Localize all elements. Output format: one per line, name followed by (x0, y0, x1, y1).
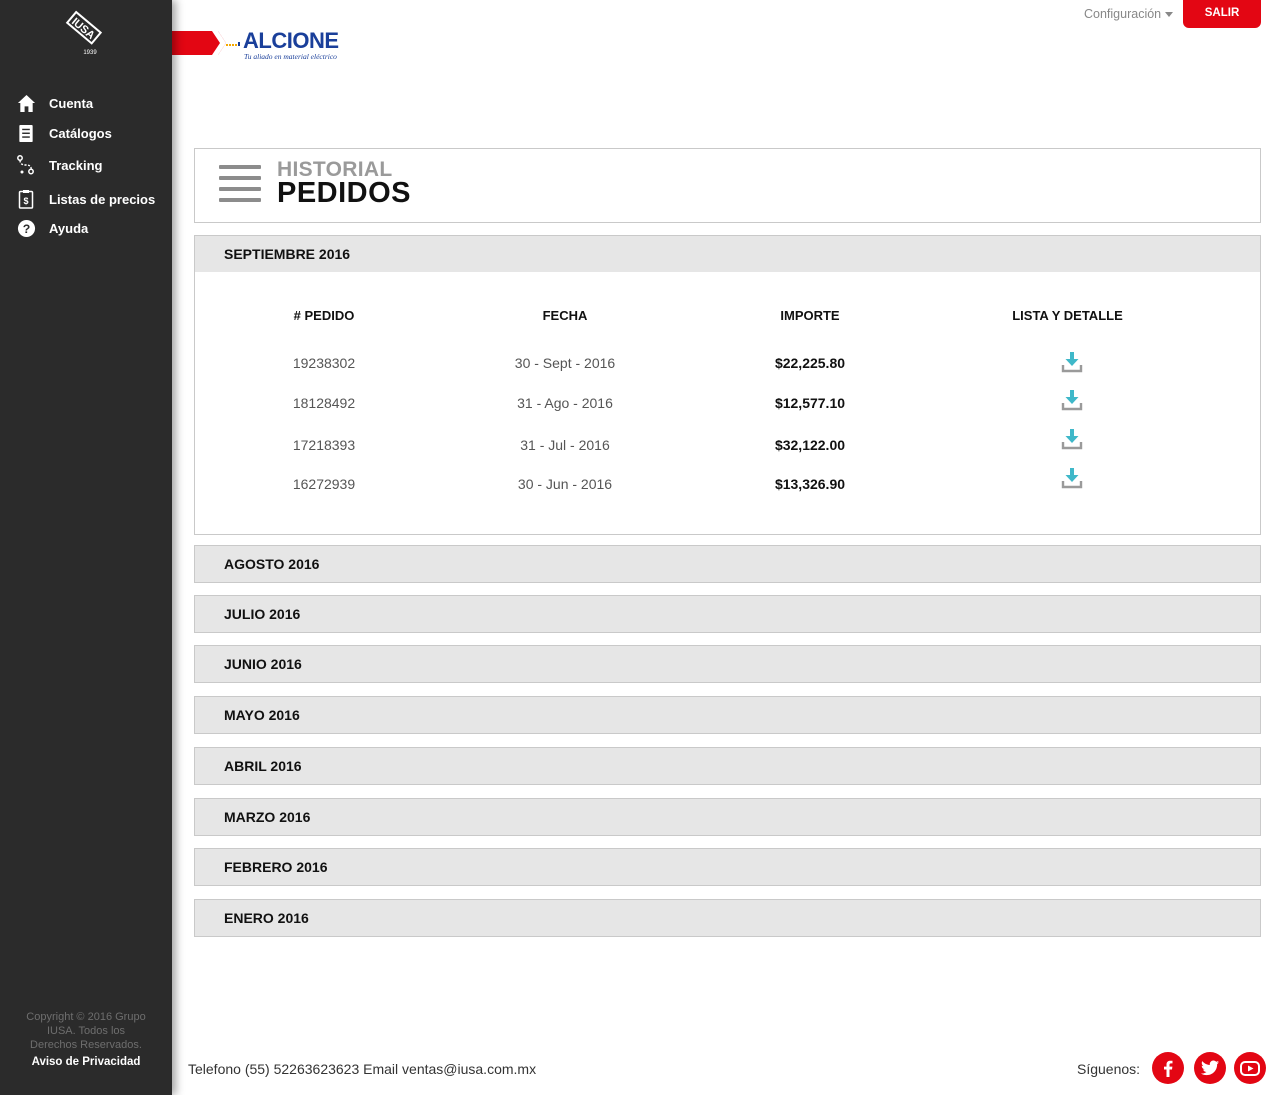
order-amount: $22,225.80 (774, 355, 846, 371)
month-header-junio[interactable]: JUNIO 2016 (194, 645, 1261, 683)
month-header-marzo[interactable]: MARZO 2016 (194, 798, 1261, 836)
order-amount: $13,326.90 (774, 476, 846, 492)
sidebar-item-label: Listas de precios (49, 191, 156, 207)
svg-text:?: ? (22, 221, 30, 235)
help-icon: ? (16, 218, 36, 238)
price-list-icon: $ (16, 189, 36, 209)
chevron-down-icon (1165, 12, 1174, 18)
order-date: 31 - Jul - 2016 (520, 437, 610, 453)
order-amount: $12,577.10 (774, 395, 846, 411)
month-header-mayo[interactable]: MAYO 2016 (194, 696, 1261, 734)
month-header-febrero[interactable]: FEBRERO 2016 (194, 848, 1261, 886)
logo-dots-icon (226, 42, 240, 46)
catalog-icon (16, 123, 36, 143)
brand-ribbon (172, 31, 226, 55)
sidebar-item-ayuda[interactable]: ? Ayuda (0, 213, 172, 243)
logout-button[interactable]: SALIR (1183, 0, 1261, 28)
sidebar-item-label: Tracking (49, 157, 103, 173)
privacy-link[interactable]: Aviso de Privacidad (0, 1056, 172, 1068)
sidebar-item-cuenta[interactable]: Cuenta (0, 88, 172, 118)
column-header-fecha: FECHA (542, 308, 588, 323)
svg-text:$: $ (23, 196, 28, 206)
tracking-icon (16, 155, 36, 175)
sidebar: IUSA 1939 Cuenta Catálogos Tracking $ Li… (0, 0, 172, 1095)
order-amount: $32,122.00 (774, 437, 846, 453)
order-number: 16272939 (292, 476, 356, 492)
brand-name: ALCIONE (243, 28, 339, 53)
page-title: PEDIDOS (277, 177, 412, 209)
iusa-logo[interactable]: IUSA 1939 (60, 10, 104, 56)
order-date: 31 - Ago - 2016 (517, 395, 613, 411)
sidebar-nav: Cuenta Catálogos Tracking $ Listas de pr… (0, 88, 172, 243)
sidebar-item-label: Catálogos (49, 125, 112, 141)
brand-tagline: Tu aliado en material eléctrico (244, 52, 337, 61)
config-label: Configuración (1084, 7, 1162, 21)
sidebar-item-label: Ayuda (49, 220, 89, 236)
column-header-importe: IMPORTE (780, 308, 840, 323)
svg-text:1939: 1939 (83, 50, 97, 56)
download-icon[interactable] (1061, 428, 1083, 450)
home-icon (16, 93, 36, 113)
order-date: 30 - Sept - 2016 (514, 355, 616, 371)
month-header-agosto[interactable]: AGOSTO 2016 (194, 545, 1261, 583)
month-header-septiembre[interactable]: SEPTIEMBRE 2016 (195, 236, 1260, 272)
order-date: 30 - Jun - 2016 (517, 476, 613, 492)
order-number: 18128492 (292, 395, 356, 411)
month-section-open: SEPTIEMBRE 2016 # PEDIDO FECHA IMPORTE L… (194, 235, 1261, 535)
config-dropdown[interactable]: Configuración (1084, 7, 1174, 21)
download-icon[interactable] (1061, 467, 1083, 489)
order-number: 17218393 (292, 437, 356, 453)
page-header: HISTORIAL PEDIDOS (194, 148, 1261, 223)
column-header-lista-detalle: LISTA Y DETALLE (1012, 308, 1123, 323)
column-header-pedido: # PEDIDO (293, 308, 355, 323)
facebook-icon[interactable] (1152, 1052, 1184, 1084)
copyright-text: Copyright © 2016 Grupo IUSA. Todos los D… (26, 1011, 146, 1051)
footer-contact: Telefono (55) 52263623623 Email ventas@i… (188, 1061, 537, 1077)
youtube-icon[interactable] (1234, 1052, 1266, 1084)
month-header-enero[interactable]: ENERO 2016 (194, 899, 1261, 937)
download-icon[interactable] (1061, 351, 1083, 373)
sidebar-item-tracking[interactable]: Tracking (0, 150, 172, 180)
twitter-icon[interactable] (1194, 1052, 1226, 1084)
sidebar-item-label: Cuenta (49, 95, 94, 111)
month-header-abril[interactable]: ABRIL 2016 (194, 747, 1261, 785)
order-number: 19238302 (292, 355, 356, 371)
menu-icon[interactable] (219, 165, 261, 203)
sidebar-item-listas-precios[interactable]: $ Listas de precios (0, 184, 172, 214)
month-header-julio[interactable]: JULIO 2016 (194, 595, 1261, 633)
download-icon[interactable] (1061, 389, 1083, 411)
follow-label: Síguenos: (1077, 1061, 1141, 1077)
sidebar-item-catalogos[interactable]: Catálogos (0, 118, 172, 148)
alcione-logo[interactable]: ALCIONE Tu aliado en material eléctrico (226, 28, 346, 62)
